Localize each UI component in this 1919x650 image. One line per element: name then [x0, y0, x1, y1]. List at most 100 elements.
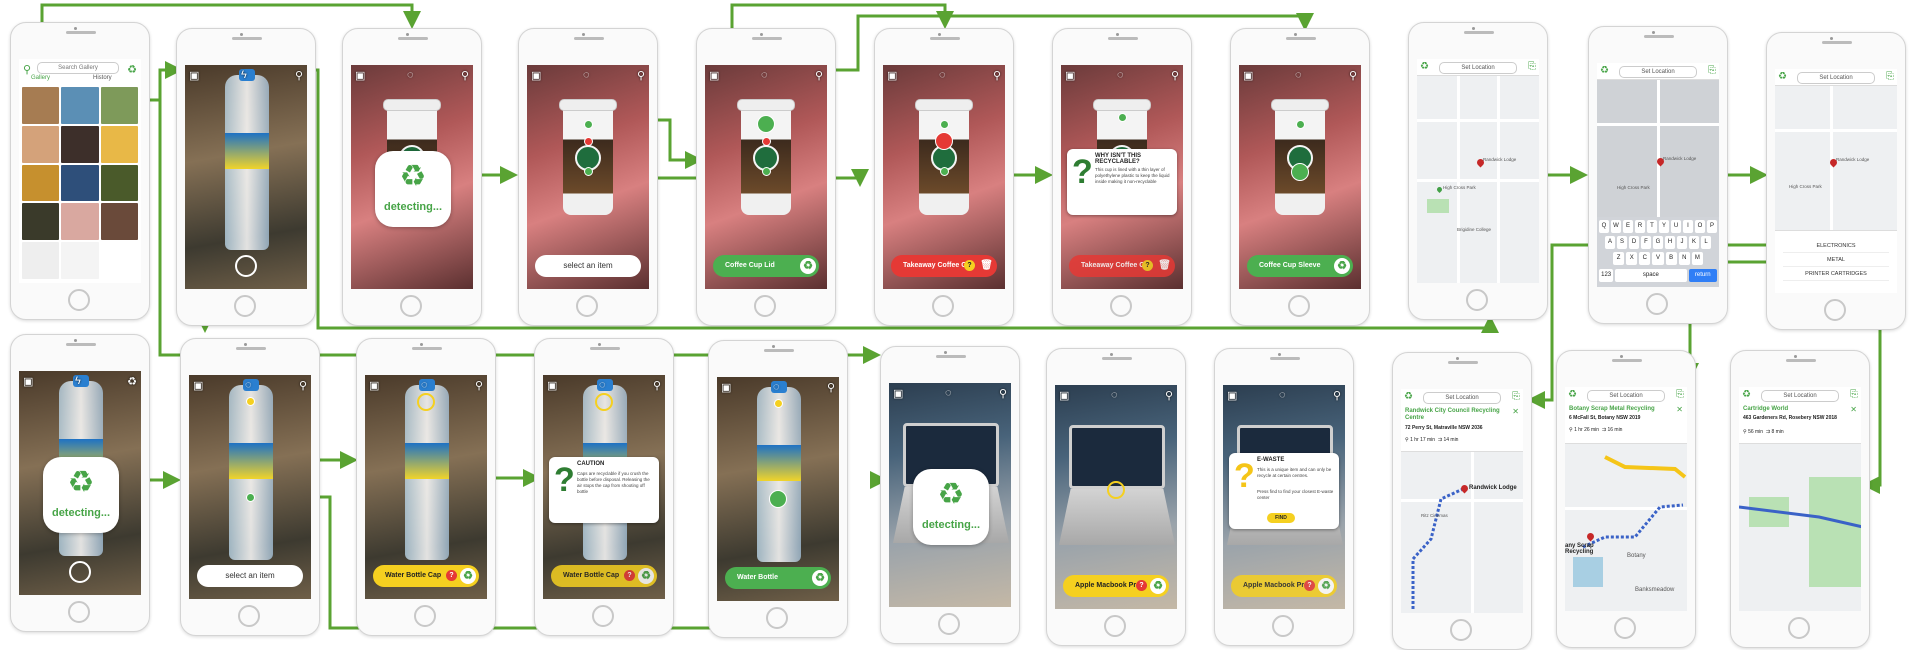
home-button[interactable] — [1104, 615, 1126, 637]
item-pill[interactable]: Water Bottle Cap ? ♻ — [551, 565, 657, 587]
pin-icon[interactable]: ⚲ — [1349, 69, 1357, 82]
home-button[interactable] — [1614, 617, 1636, 639]
close-icon[interactable]: ✕ — [1676, 405, 1683, 414]
gallery-icon[interactable]: ▣ — [1227, 389, 1237, 402]
key[interactable]: K — [1689, 236, 1699, 249]
scan-icon[interactable]: ◌ — [599, 379, 606, 391]
pin-icon[interactable]: ⚲ — [475, 379, 483, 392]
item-marker-sleeve-selected[interactable] — [1291, 163, 1309, 181]
scan-icon[interactable]: ◌ — [1295, 69, 1302, 81]
home-button[interactable] — [1272, 615, 1294, 637]
category-option[interactable]: METAL — [1783, 255, 1889, 267]
find-button[interactable]: FIND — [1267, 513, 1295, 523]
trash-icon[interactable]: 🗑 — [1158, 259, 1171, 273]
category-option[interactable]: ELECTRONICS — [1783, 241, 1889, 253]
scan-icon[interactable]: ◌ — [773, 381, 780, 393]
gallery-icon[interactable]: ▣ — [23, 375, 33, 388]
recycle-icon[interactable]: ♻ — [1742, 389, 1751, 400]
key[interactable]: F — [1641, 236, 1651, 249]
home-button[interactable] — [766, 607, 788, 629]
item-marker-sleeve[interactable] — [940, 167, 949, 176]
scan-icon[interactable]: ◌ — [939, 69, 946, 81]
home-button[interactable] — [1788, 617, 1810, 639]
scan-icon[interactable]: ◌ — [245, 379, 252, 391]
key[interactable]: R — [1635, 220, 1645, 233]
category-option[interactable]: PRINTER CARTRIDGES — [1783, 269, 1889, 281]
pin-icon[interactable]: ⚲ — [299, 379, 307, 392]
item-marker-bottle-selected[interactable] — [769, 490, 787, 508]
pin-icon[interactable]: ⚲ — [1165, 389, 1173, 402]
photo-thumbnail[interactable] — [100, 87, 138, 124]
photo-thumbnail[interactable] — [22, 242, 60, 279]
home-button[interactable] — [414, 605, 436, 627]
item-marker-lid[interactable] — [1296, 120, 1305, 129]
question-icon[interactable]: ? — [964, 260, 975, 271]
key[interactable]: U — [1671, 220, 1681, 233]
item-pill[interactable]: Apple Macbook Pro ? ♻ — [1063, 575, 1169, 597]
select-item-pill[interactable]: select an item — [535, 255, 641, 277]
item-marker-bottle[interactable] — [246, 493, 255, 502]
item-marker-lid[interactable] — [940, 120, 949, 129]
key-123[interactable]: 123 — [1599, 269, 1614, 282]
question-icon[interactable]: ? — [1136, 580, 1147, 591]
photo-thumbnail[interactable] — [61, 164, 99, 202]
home-button[interactable] — [68, 289, 90, 311]
key[interactable]: Y — [1659, 220, 1669, 233]
photo-thumbnail[interactable] — [61, 125, 99, 163]
recycle-icon[interactable]: ♻ — [1334, 258, 1350, 274]
recycle-icon[interactable]: ♻ — [127, 375, 137, 388]
scan-icon[interactable]: ◌ — [583, 69, 590, 81]
bookmark-icon[interactable]: ⎘ — [1528, 61, 1536, 72]
recycle-icon[interactable]: ♻ — [460, 568, 476, 584]
scan-icon[interactable]: ◌ — [1279, 389, 1286, 401]
tab-gallery[interactable]: Gallery — [31, 75, 50, 81]
home-button[interactable] — [234, 295, 256, 317]
item-marker-cap[interactable] — [774, 399, 783, 408]
key[interactable]: V — [1652, 252, 1664, 265]
recycle-icon[interactable]: ♻ — [812, 570, 828, 586]
item-marker-sleeve[interactable] — [584, 167, 593, 176]
question-icon[interactable]: ? — [1142, 260, 1153, 271]
pin-icon[interactable]: ⚲ — [653, 379, 661, 392]
recycle-icon[interactable]: ♻ — [800, 258, 816, 274]
key[interactable]: J — [1677, 236, 1687, 249]
pin-icon[interactable]: ⚲ — [999, 387, 1007, 400]
item-pill[interactable]: Water Bottle Cap ? ♻ — [373, 565, 479, 587]
item-marker-cup-selected[interactable] — [935, 132, 953, 150]
home-button[interactable] — [238, 605, 260, 627]
key[interactable]: G — [1653, 236, 1663, 249]
recycle-icon[interactable]: ♻ — [1318, 578, 1334, 594]
home-button[interactable] — [754, 295, 776, 317]
shutter-button[interactable] — [69, 561, 91, 583]
scan-icon[interactable]: ◌ — [945, 387, 952, 399]
question-icon[interactable]: ? — [1304, 580, 1315, 591]
flash-icon[interactable]: ϟ — [75, 375, 81, 387]
gallery-icon[interactable]: ▣ — [547, 379, 557, 392]
pin-icon[interactable]: ⚲ — [637, 69, 645, 82]
key[interactable]: Z — [1613, 252, 1625, 265]
set-location-input[interactable]: Set Location — [1423, 392, 1501, 404]
home-button[interactable] — [1824, 299, 1846, 321]
item-pill[interactable]: Coffee Cup Sleeve ♻ — [1247, 255, 1353, 277]
pin-icon[interactable]: ⚲ — [815, 69, 823, 82]
photo-thumbnail[interactable] — [61, 203, 99, 241]
item-marker-lid[interactable] — [1118, 113, 1127, 122]
recycle-icon[interactable]: ♻ — [1404, 391, 1413, 402]
bookmark-icon[interactable]: ⎘ — [1512, 391, 1520, 402]
recycle-icon[interactable]: ♻ — [1420, 61, 1429, 72]
flash-icon[interactable]: ϟ — [241, 69, 247, 81]
recycle-icon[interactable]: ♻ — [638, 568, 654, 584]
gallery-icon[interactable]: ▣ — [189, 69, 199, 82]
key[interactable]: M — [1691, 252, 1703, 265]
photo-thumbnail[interactable] — [22, 203, 60, 241]
home-button[interactable] — [1450, 619, 1472, 641]
select-item-pill[interactable]: select an item — [197, 565, 303, 587]
item-marker-lid[interactable] — [584, 120, 593, 129]
gallery-icon[interactable]: ▣ — [893, 387, 903, 400]
home-button[interactable] — [1466, 289, 1488, 311]
tab-history[interactable]: History — [93, 75, 112, 81]
item-pill[interactable]: Coffee Cup Lid ♻ — [713, 255, 819, 277]
home-button[interactable] — [68, 601, 90, 623]
close-icon[interactable]: ✕ — [1512, 407, 1519, 416]
pin-icon[interactable]: ⚲ — [461, 69, 469, 82]
